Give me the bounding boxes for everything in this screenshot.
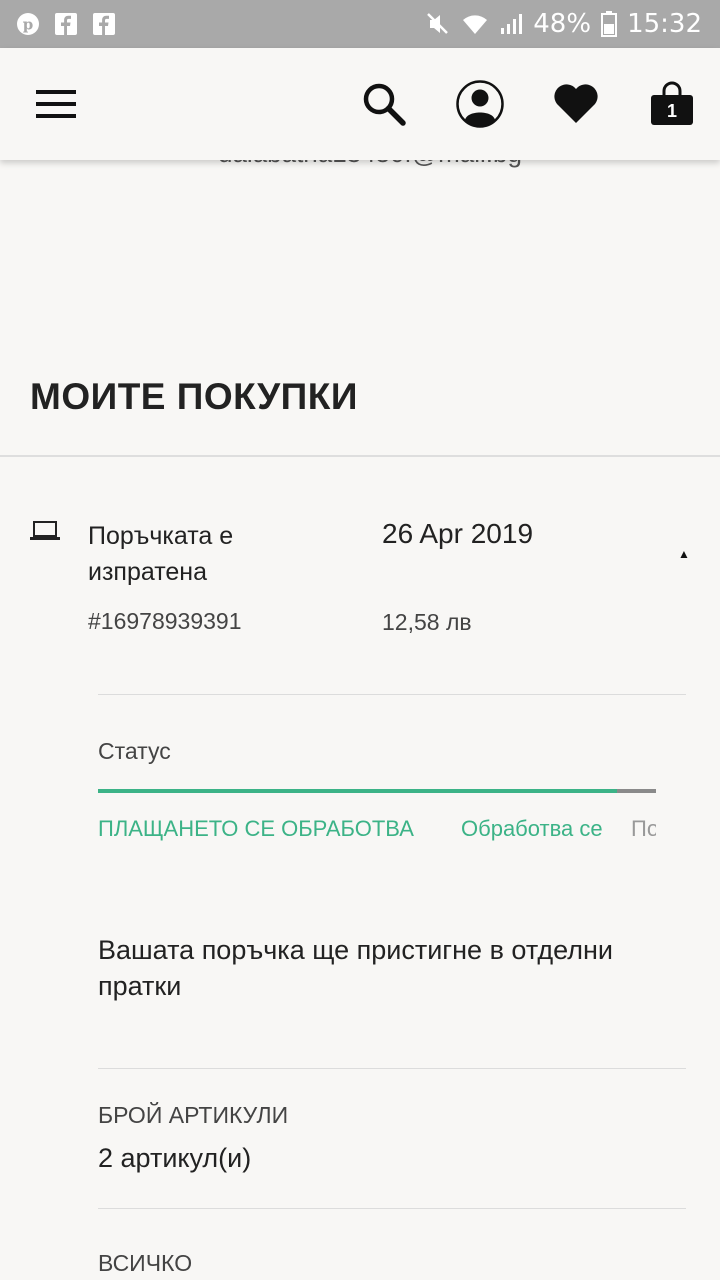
collapse-order-button[interactable]: ▲ <box>672 544 696 564</box>
status-progress-fill <box>98 789 617 793</box>
wishlist-button[interactable] <box>548 76 604 132</box>
clock: 15:32 <box>627 9 702 39</box>
app-header: 1 <box>0 48 720 160</box>
step-processing: Обработва се <box>461 816 603 841</box>
account-icon <box>456 80 504 128</box>
mute-icon <box>425 11 451 37</box>
items-count-label: БРОЙ АРТИКУЛИ <box>98 1102 289 1128</box>
caret-up-icon: ▲ <box>678 547 690 561</box>
laptop-icon <box>30 521 60 540</box>
order-status: Поръчката е изпратена <box>88 522 234 586</box>
wifi-icon <box>461 12 489 36</box>
shopping-bag-button[interactable]: 1 <box>644 76 700 132</box>
delivery-note: Вашата поръчка ще пристигне в отделни пр… <box>98 935 613 1001</box>
divider <box>98 1208 686 1209</box>
total-label: ВСИЧКО <box>98 1250 193 1276</box>
battery-level: 48% <box>533 9 592 39</box>
status-steps: ПЛАЩАНЕТО СЕ ОБРАБОТВА Обработва се По <box>98 816 656 846</box>
step-next: По <box>631 816 656 841</box>
divider <box>98 1068 686 1069</box>
divider <box>98 694 686 695</box>
page-title: МОИТЕ ПОКУПКИ <box>30 376 358 417</box>
status-bar: p 48% 15:32 <box>0 0 720 48</box>
status-label: Статус <box>98 738 171 764</box>
order-date: 26 Apr 2019 <box>382 518 534 549</box>
svg-text:p: p <box>23 16 34 34</box>
pinterest-icon: p <box>16 12 40 36</box>
order-total: 12,58 лв <box>382 609 472 635</box>
items-count-value: 2 артикул(и) <box>98 1143 252 1173</box>
bag-count-badge: 1 <box>666 101 677 121</box>
search-icon <box>363 83 406 126</box>
divider <box>0 455 720 457</box>
facebook-icon <box>54 12 78 36</box>
step-payment-processing: ПЛАЩАНЕТО СЕ ОБРАБОТВА <box>98 816 414 841</box>
signal-icon <box>499 12 523 36</box>
notification-icons: p <box>16 12 116 36</box>
menu-button[interactable] <box>28 76 84 132</box>
account-button[interactable] <box>452 76 508 132</box>
status-progress-bar <box>98 789 656 793</box>
order-number: #16978939391 <box>88 608 242 634</box>
heart-icon <box>554 84 598 123</box>
battery-icon <box>601 11 618 37</box>
menu-icon <box>36 90 76 118</box>
facebook-icon <box>92 12 116 36</box>
search-button[interactable] <box>356 76 412 132</box>
system-icons: 48% 15:32 <box>425 9 702 39</box>
